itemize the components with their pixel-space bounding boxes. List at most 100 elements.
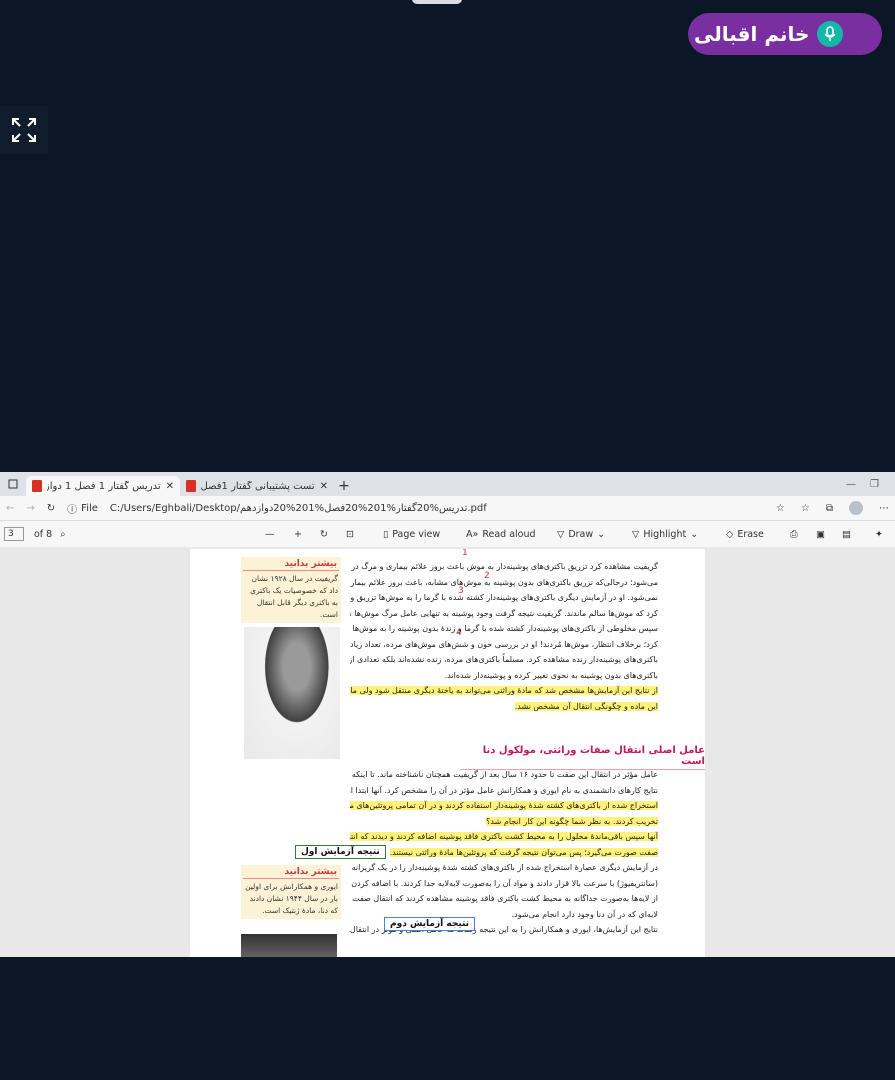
- info-icon: ⓘ: [67, 504, 78, 516]
- highlighted-text: این ماده و چگونگی انتقال آن مشخص نشد.: [514, 701, 658, 711]
- minus-label: —: [265, 528, 275, 540]
- tab-title: تدریس گفتار 1 فصل 1 دوازدهم.pdf: [47, 480, 161, 492]
- print-icon[interactable]: ⎙: [790, 521, 798, 547]
- fullscreen-toggle-button[interactable]: [0, 106, 48, 154]
- text-line: عامل مؤثر در انتقال این صفت تا حدود ۱۶ س…: [351, 770, 658, 779]
- paragraph-avery: عامل مؤثر در انتقال این صفت تا حدود ۱۶ س…: [350, 767, 658, 938]
- know-more-box: بیشتر بدانید گریفیت در سال ۱۹۲۸ نشان داد…: [241, 557, 341, 623]
- scientist-photo: [244, 627, 340, 759]
- text-line: سپس مخلوطی از باکتری‌های پوشینه‌دار کشته…: [350, 624, 658, 633]
- eraser-icon: ◇: [726, 528, 734, 540]
- pdf-viewer[interactable]: بیشتر بدانید گریفیت در سال ۱۹۲۸ نشان داد…: [0, 547, 895, 957]
- tab-title: تست پشتیبانی گفتار 1فصل 1 دوا: [201, 480, 315, 492]
- text-line: گریفیت مشاهده کرد تزریق باکتری‌های پوشین…: [350, 562, 658, 571]
- minimize-icon[interactable]: —: [846, 479, 856, 490]
- favorite-star-icon[interactable]: ☆: [776, 503, 785, 514]
- microphone-icon: [817, 21, 844, 47]
- text-line: نتایج کارهای دانشمندی به نام ایوری و همک…: [350, 785, 658, 795]
- favorites-icon[interactable]: ☆: [801, 503, 810, 514]
- draw-button[interactable]: ▽ Draw ⌄: [557, 521, 605, 547]
- text-line: باکتری‌های بدون پوشینه به نحوی تغییر کرد…: [444, 670, 658, 680]
- text-line: می‌شود؛ درحالی‌که تزریق باکتری‌های بدون …: [350, 577, 658, 587]
- know-more-box-2: بیشتر بدانید ایوری و همکارانش برای اولین…: [241, 865, 341, 919]
- close-tab-icon[interactable]: ✕: [166, 481, 174, 492]
- speaker-name: خانم اقبالی: [694, 22, 810, 46]
- address-bar: ← → ↻ ⓘ File C:/Users/Eghbali/Desktop/تد…: [0, 496, 895, 521]
- save-as-icon[interactable]: ▤: [842, 521, 851, 547]
- maximize-icon[interactable]: ❐: [870, 479, 879, 490]
- top-notch: [412, 0, 462, 4]
- browser-tab-active[interactable]: تدریس گفتار 1 فصل 1 دوازدهم.pdf ✕: [26, 476, 180, 496]
- shared-screen: تدریس گفتار 1 فصل 1 دوازدهم.pdf ✕ تست پش…: [0, 472, 895, 957]
- pdf-icon: [186, 480, 196, 492]
- paragraph-griffith: گریفیت مشاهده کرد تزریق باکتری‌های پوشین…: [350, 559, 658, 714]
- page-view-label: Page view: [392, 528, 441, 540]
- site-info-button[interactable]: ⓘ File: [67, 501, 98, 516]
- text-line: از لایه‌ها به‌صورت جداگانه به محیط کشت ب…: [350, 894, 658, 903]
- highlighted-text: صفت صورت می‌گیرد؛ پس می‌توان نتیجه گرفت …: [389, 847, 658, 857]
- know-more-heading: بیشتر بدانید: [243, 557, 339, 571]
- read-aloud-icon: A»: [466, 528, 479, 540]
- rotate-icon[interactable]: ↻: [320, 521, 328, 547]
- pdf-page: بیشتر بدانید گریفیت در سال ۱۹۲۸ نشان داد…: [190, 549, 705, 957]
- address-actions: ☆ ☆ ⧉ ⋯: [776, 501, 895, 515]
- text-line: نمی‌شود. او در آزمایش دیگری باکتری‌های پ…: [350, 593, 658, 602]
- chevron-down-icon: ⌄: [597, 528, 606, 540]
- text-line: کرد که موش‌ها سالم ماندند. گریفیت نتیجه …: [350, 608, 658, 618]
- page-view-button[interactable]: ▯ Page view: [383, 521, 440, 547]
- text-line: در آزمایش دیگری عصارهٔ استخراج شده از با…: [351, 863, 658, 872]
- page-count: of 8: [34, 528, 53, 540]
- forward-icon[interactable]: →: [26, 503, 34, 514]
- text-line: (سانتریفیوژ) با سرعت بالا قرار دادند و م…: [350, 878, 658, 888]
- page-view-icon: ▯: [383, 528, 389, 540]
- window-controls: — ❐: [846, 472, 895, 496]
- text-line: کرد؛ برخلاف انتظار، موش‌ها مُردند! او در…: [350, 639, 658, 649]
- url-input[interactable]: C:/Users/Eghbali/Desktop/تدریس%20گفتار%2…: [110, 503, 487, 514]
- avatar[interactable]: [849, 501, 863, 515]
- back-icon[interactable]: ←: [6, 503, 14, 514]
- erase-label: Erase: [737, 528, 764, 540]
- pin-icon[interactable]: ✦: [875, 521, 883, 547]
- save-icon[interactable]: ▣: [816, 521, 825, 547]
- highlight-label: Highlight: [643, 528, 687, 540]
- result-note-second: نتیجه آزمایش دوم: [384, 917, 476, 931]
- scientist-photo-2: [241, 934, 337, 957]
- pdf-icon: [32, 480, 42, 492]
- chevron-down-icon: ⌄: [690, 528, 699, 540]
- draw-icon: ▽: [557, 528, 565, 540]
- tab-actions-icon[interactable]: [0, 472, 26, 496]
- know-more-body: گریفیت در سال ۱۹۲۸ نشان داد که خصوصیات ی…: [250, 574, 338, 619]
- pdf-toolbar: 3 of 8 ⌕ — + ↻ ⊡ ▯ Page view A» Read aloud…: [0, 521, 895, 548]
- plus-label: +: [294, 528, 302, 540]
- more-icon[interactable]: ⋯: [879, 503, 889, 514]
- annotation-number: 1: [462, 549, 468, 558]
- highlight-icon: ▽: [632, 528, 640, 540]
- speaker-badge: خانم اقبالی: [688, 13, 882, 55]
- page-number-input[interactable]: 3: [4, 527, 24, 541]
- browser-tab[interactable]: تست پشتیبانی گفتار 1فصل 1 دوا ✕: [180, 476, 334, 496]
- text-line: باکتری‌های پوشینه‌دار زنده مشاهده کرد. م…: [350, 655, 658, 664]
- highlighted-text: تخریب کردند. به نظر شما چگونه این کار ان…: [486, 816, 658, 826]
- highlighted-text: از نتایج این آزمایش‌ها مشخص شد که مادهٔ …: [350, 686, 658, 695]
- read-aloud-button[interactable]: A» Read aloud: [466, 521, 536, 547]
- erase-button[interactable]: ◇ Erase: [726, 521, 764, 547]
- highlight-button[interactable]: ▽ Highlight ⌄: [632, 521, 698, 547]
- file-label: File: [81, 502, 98, 514]
- highlighted-text: آنها سپس باقی‌ماندهٔ محلول را به محیط کش…: [350, 832, 658, 841]
- close-tab-icon[interactable]: ✕: [320, 481, 328, 492]
- read-aloud-label: Read aloud: [482, 528, 536, 540]
- zoom-out-button[interactable]: —: [265, 521, 275, 547]
- draw-label: Draw: [568, 528, 594, 540]
- know-more-body: ایوری و همکارانش برای اولین بار در سال ۱…: [245, 882, 338, 915]
- search-icon[interactable]: ⌕: [60, 529, 65, 540]
- reload-icon[interactable]: ↻: [47, 503, 55, 514]
- highlighted-text: استخراج شده از باکتری‌های کشته شدهٔ پوشی…: [350, 801, 658, 810]
- zoom-in-button[interactable]: +: [294, 521, 302, 547]
- collections-icon[interactable]: ⧉: [826, 503, 833, 514]
- new-tab-button[interactable]: +: [334, 476, 354, 496]
- expand-icon: [12, 118, 36, 142]
- browser-tab-bar: تدریس گفتار 1 فصل 1 دوازدهم.pdf ✕ تست پش…: [0, 472, 895, 496]
- result-note-first: نتیجه آزمایش اول: [295, 845, 386, 859]
- fit-page-icon[interactable]: ⊡: [346, 521, 354, 547]
- know-more-heading: بیشتر بدانید: [243, 865, 339, 879]
